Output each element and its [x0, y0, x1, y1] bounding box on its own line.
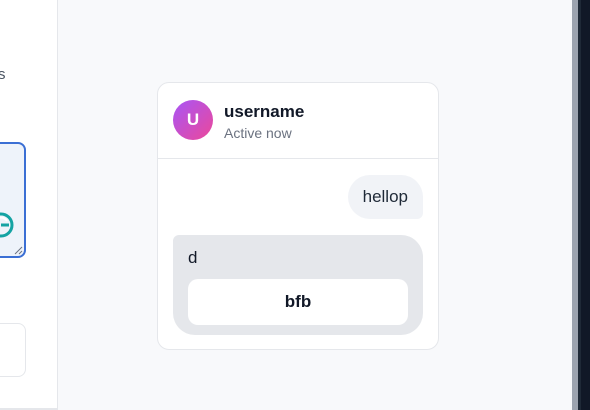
chat-username: username — [224, 102, 305, 121]
received-message-bubble: d bfb — [173, 235, 423, 335]
sidebar-input[interactable] — [0, 323, 26, 377]
window-edge — [572, 0, 590, 410]
window-edge-shadow — [581, 0, 590, 410]
sent-message-bubble: hellop — [347, 175, 423, 219]
g-circle-icon[interactable] — [0, 212, 14, 238]
sent-message-text: hellop — [362, 187, 408, 206]
sidebar-label-fragment: s — [0, 66, 6, 83]
avatar-initial: U — [186, 110, 200, 129]
message-textarea[interactable] — [0, 142, 26, 258]
message-action-button[interactable]: bfb — [188, 279, 408, 325]
resize-handle-icon[interactable] — [14, 246, 23, 255]
sidebar: s — [0, 0, 58, 410]
chat-status: Active now — [224, 125, 292, 141]
window-edge-highlight — [572, 0, 578, 410]
chat-header: U username Active now — [158, 83, 438, 159]
avatar[interactable]: U — [173, 100, 213, 140]
received-message-text: d — [188, 248, 198, 267]
chat-card: U username Active now hellop d bfb — [157, 82, 439, 350]
